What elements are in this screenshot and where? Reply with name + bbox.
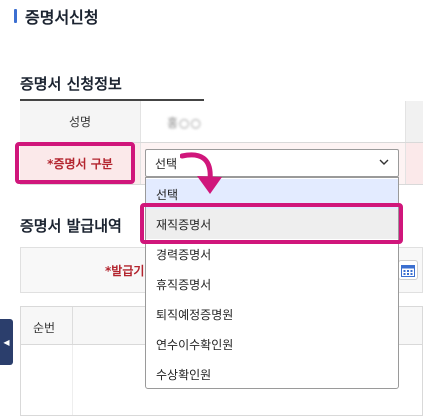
calendar-icon[interactable]	[398, 260, 418, 280]
option-award-cert[interactable]: 수상확인원	[146, 359, 398, 389]
name-label: 성명	[20, 101, 140, 142]
chevron-down-icon	[378, 156, 390, 172]
option-retirement-cert[interactable]: 퇴직예정증명원	[146, 299, 398, 329]
column-divider	[72, 307, 73, 344]
name-value: 홍○○	[167, 116, 202, 130]
row-right-strip	[405, 101, 423, 142]
page-title-text: 증명서신청	[25, 8, 99, 27]
side-panel-toggle[interactable]: ◀	[0, 319, 13, 365]
name-row: 성명 홍○○	[20, 101, 423, 143]
apply-section-title: 증명서 신청정보	[20, 75, 122, 93]
option-training-cert[interactable]: 연수이수확인원	[146, 329, 398, 359]
option-leave-cert[interactable]: 휴직증명서	[146, 269, 398, 299]
row-right-strip	[405, 143, 423, 184]
name-value-cell: 홍○○	[140, 101, 423, 142]
chevron-left-icon: ◀	[3, 337, 10, 347]
page-title: 증명서신청	[14, 4, 99, 28]
column-header-seq: 순번	[33, 321, 56, 335]
cert-type-select-value: 선택	[155, 156, 178, 171]
issue-section-title: 증명서 발급내역	[20, 217, 122, 235]
highlight-box-label	[15, 142, 135, 184]
issue-period-label: *발급기	[105, 264, 145, 278]
column-divider	[72, 345, 73, 415]
title-accent-bar	[14, 9, 17, 23]
annotation-arrow-icon	[180, 152, 222, 194]
